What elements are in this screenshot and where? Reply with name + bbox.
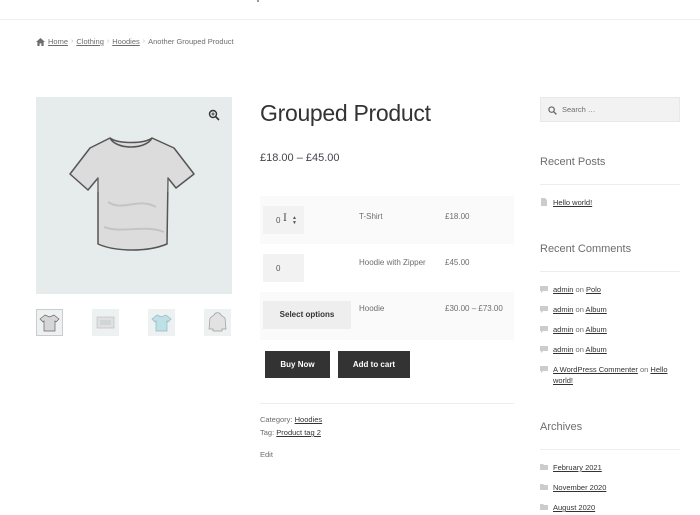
- quantity-value: 0: [276, 216, 281, 225]
- grouped-item-name: T-Shirt: [359, 212, 383, 221]
- comment-author-link[interactable]: admin: [553, 285, 573, 294]
- grouped-item-name: Hoodie with Zipper: [359, 258, 426, 267]
- comment-on-word: on: [575, 285, 584, 294]
- thumbnail[interactable]: [92, 309, 119, 336]
- quantity-input-tshirt[interactable]: 0 I ▲ ▼: [263, 206, 304, 234]
- gallery-thumbnails: [36, 309, 232, 337]
- document-icon: [541, 198, 547, 206]
- buy-now-button[interactable]: Buy Now: [265, 351, 330, 378]
- price-range: £18.00 – £45.00: [260, 152, 340, 164]
- grouped-item-price: £45.00: [445, 258, 470, 267]
- speech-bubble-icon: [540, 346, 548, 353]
- comment-on-word: on: [575, 345, 584, 354]
- breadcrumb-separator: ›: [71, 38, 74, 45]
- folder-icon: [540, 504, 548, 510]
- speech-bubble-icon: [540, 286, 548, 293]
- select-options-button[interactable]: Select options: [263, 301, 351, 329]
- recent-comments-title: Recent Comments: [540, 243, 632, 255]
- folder-icon: [540, 464, 548, 470]
- tshirt-thumb-icon: [39, 314, 60, 332]
- breadcrumb-hoodies[interactable]: Hoodies: [112, 37, 140, 46]
- album-thumb-icon: [96, 316, 115, 329]
- product-category: Category: Hoodies: [260, 415, 322, 424]
- tshirt-image: [69, 137, 195, 251]
- comment-post-link[interactable]: Album: [586, 345, 607, 354]
- breadcrumb-home[interactable]: Home: [48, 37, 68, 46]
- comment-post-link[interactable]: Album: [586, 325, 607, 334]
- comment-author-link[interactable]: admin: [553, 325, 573, 334]
- thumbnail[interactable]: [36, 309, 63, 336]
- archive-link[interactable]: November 2020: [553, 483, 606, 492]
- speech-bubble-icon: [540, 366, 548, 373]
- grouped-item-price: £18.00: [445, 212, 470, 221]
- hoodie-thumb-icon: [208, 312, 227, 332]
- stepper-arrows-icon[interactable]: ▲ ▼: [292, 216, 297, 226]
- archive-link[interactable]: August 2020: [553, 503, 595, 512]
- edit-link[interactable]: Edit: [260, 450, 273, 459]
- divider: [540, 449, 680, 450]
- breadcrumb-separator: ›: [106, 38, 110, 45]
- home-icon: [36, 37, 45, 46]
- comment-post-link[interactable]: Polo: [586, 285, 601, 294]
- product-main-image[interactable]: [36, 97, 232, 294]
- speech-bubble-icon: [540, 326, 548, 333]
- thumbnail[interactable]: [204, 309, 231, 336]
- comment-author-link[interactable]: A WordPress Commenter: [553, 365, 638, 374]
- breadcrumb-clothing[interactable]: Clothing: [76, 37, 104, 46]
- grouped-row: 0 Hoodie with Zipper £45.00: [260, 244, 514, 292]
- breadcrumb: Home › Clothing › Hoodies › Another Grou…: [36, 37, 234, 46]
- comment-author-link[interactable]: admin: [553, 345, 573, 354]
- archives-title: Archives: [540, 421, 583, 433]
- speech-bubble-icon: [540, 306, 548, 313]
- magnifier-icon[interactable]: [208, 109, 220, 121]
- category-link[interactable]: Hoodies: [295, 415, 323, 424]
- search-placeholder: Search …: [562, 105, 596, 114]
- add-to-cart-button[interactable]: Add to cart: [338, 351, 410, 378]
- archive-link[interactable]: February 2021: [553, 463, 602, 472]
- tag-label: Tag:: [260, 428, 275, 437]
- grouped-row: Select options Hoodie £30.00 – £73.00: [260, 292, 514, 340]
- grouped-products-table: 0 I ▲ ▼ T-Shirt £18.00 0 Hoodie with Zipp…: [260, 196, 514, 340]
- grouped-item-price: £30.00 – £73.00: [445, 304, 503, 313]
- recent-posts-title: Recent Posts: [540, 156, 606, 168]
- folder-icon: [540, 484, 548, 490]
- grouped-item-name: Hoodie: [359, 304, 385, 313]
- breadcrumb-separator: ›: [142, 38, 146, 45]
- quantity-value: 0: [276, 264, 281, 273]
- comment-on-word: on: [575, 325, 584, 334]
- thumbnail[interactable]: [148, 309, 175, 336]
- tag-link[interactable]: Product tag 2: [276, 428, 321, 437]
- category-label: Category:: [260, 415, 293, 424]
- divider: [260, 403, 514, 404]
- breadcrumb-current: Another Grouped Product: [148, 37, 234, 46]
- comment-post-link[interactable]: Album: [586, 305, 607, 314]
- search-icon: [548, 106, 557, 115]
- comment-author-link[interactable]: admin: [553, 305, 573, 314]
- recent-post-link[interactable]: Hello world!: [553, 198, 592, 207]
- product-title: Grouped Product: [260, 100, 431, 126]
- comment-on-word: on: [575, 305, 584, 314]
- comment-on-word: on: [639, 365, 649, 374]
- divider: [540, 184, 680, 185]
- cursor-mark: [257, 0, 259, 2]
- quantity-input-hoodie-zipper[interactable]: 0: [263, 254, 304, 282]
- product-tags: Tag: Product tag 2: [260, 428, 321, 437]
- search-input[interactable]: Search …: [540, 97, 680, 122]
- text-cursor-icon: I: [283, 213, 287, 224]
- top-bar: [0, 0, 700, 20]
- shirt-thumb-icon: [151, 314, 172, 332]
- divider: [540, 271, 680, 272]
- grouped-row: 0 I ▲ ▼ T-Shirt £18.00: [260, 196, 514, 244]
